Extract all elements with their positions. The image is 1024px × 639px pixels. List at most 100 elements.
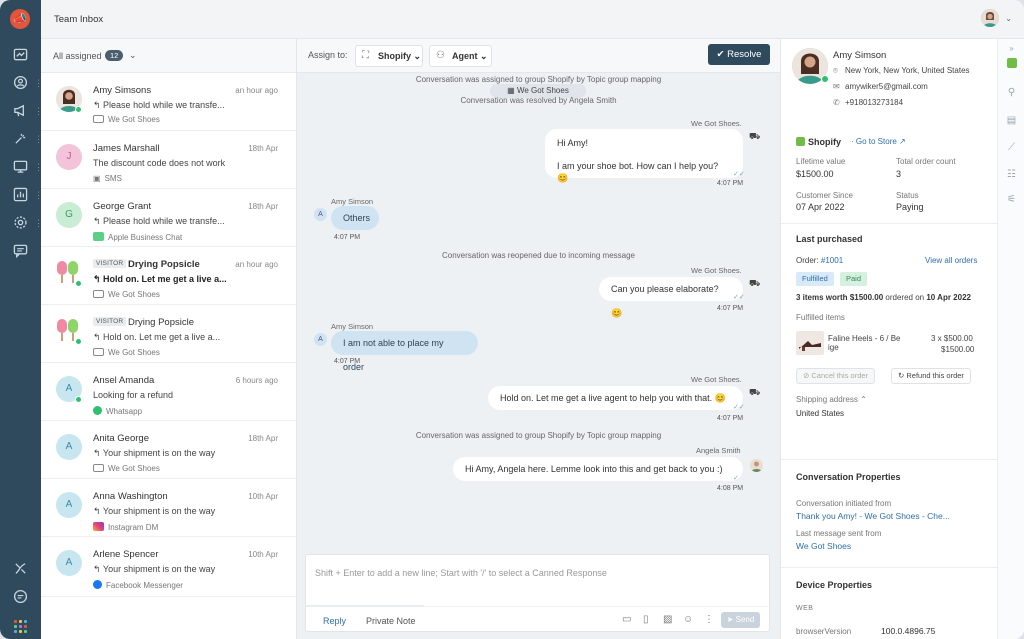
system-event: Conversation was assigned to group Shopi… <box>415 431 662 440</box>
channel-label: We Got Shoes <box>93 464 160 473</box>
group-dropdown[interactable]: ⛶ Shopify ⌄ <box>355 45 423 67</box>
order-label: Order: #1001 <box>796 256 843 265</box>
message-sender: We Got Shoes. <box>691 119 742 128</box>
conversation-item[interactable]: A Arlene Spencer 10th Apr ↰ Your shipmen… <box>41 537 296 597</box>
conversation-time: an hour ago <box>235 260 278 269</box>
feedback-icon[interactable] <box>12 589 29 606</box>
chevron-up-icon[interactable]: ⌃ <box>860 395 867 404</box>
more-dots-icon[interactable]: ⋮ <box>34 163 43 172</box>
brand-logo-icon[interactable]: 📣 <box>10 9 30 29</box>
contact-phone[interactable]: ✆ +918013273184 <box>833 98 903 107</box>
conversation-item[interactable]: A Ansel Amanda 6 hours ago Looking for a… <box>41 363 296 421</box>
channel-label: We Got Shoes <box>93 290 160 299</box>
more-options-icon[interactable]: ⋮ <box>704 614 714 625</box>
automation-icon[interactable] <box>12 131 29 148</box>
last-message-text: Please hold while we transfe... <box>103 100 225 110</box>
emoji-icon[interactable]: ☺ <box>683 614 693 625</box>
composer-placeholder[interactable]: Shift + Enter to add a new line; Start w… <box>315 568 607 578</box>
conversation-item[interactable]: J James Marshall 18th Apr The discount c… <box>41 131 296 189</box>
web-channel-icon <box>93 464 104 472</box>
live-chat-icon[interactable] <box>12 159 29 176</box>
outgoing-message: Hi Amy! I am your shoe bot. How can I he… <box>545 129 743 183</box>
conversation-item[interactable]: VISITOR Drying Popsicle an hour ago ↰ Ho… <box>41 247 296 305</box>
conversation-item[interactable]: VISITOR Drying Popsicle ↰ Hold on. Let m… <box>41 305 296 363</box>
conversation-item[interactable]: Amy Simsons an hour ago ↰ Please hold wh… <box>41 73 296 131</box>
read-receipt-icon: ✓✓ <box>733 171 745 178</box>
filter-label: All assigned <box>53 51 102 61</box>
conversation-item[interactable]: A Anita George 18th Apr ↰ Your shipment … <box>41 421 296 479</box>
contact-name: Anita George <box>93 433 149 444</box>
status-label: Status <box>896 191 919 200</box>
divider <box>781 567 998 568</box>
agent-dropdown[interactable]: ⚇ Agent ⌄ <box>429 45 492 67</box>
conversation-time: 10th Apr <box>248 550 278 559</box>
apps-grid-icon[interactable] <box>14 620 27 633</box>
cancel-order-button[interactable]: ⊘ Cancel this order <box>796 368 876 384</box>
bot-builder-icon[interactable] <box>12 561 29 578</box>
conversation-time: 10th Apr <box>248 492 278 501</box>
sender-avatar: A <box>314 333 327 346</box>
more-dots-icon[interactable]: ⋮ <box>34 79 43 88</box>
more-dots-icon[interactable]: ⋮ <box>34 135 43 144</box>
conversation-item[interactable]: G George Grant 18th Apr ↰ Please hold wh… <box>41 189 296 247</box>
go-to-store-link[interactable]: · Go to Store ↗ <box>851 137 906 146</box>
person-icon[interactable]: ⚲ <box>1005 86 1018 99</box>
last-message-from-link[interactable]: We Got Shoes <box>796 541 851 551</box>
order-id-link[interactable]: #1001 <box>821 256 843 265</box>
more-dots-icon[interactable]: ⋮ <box>34 107 43 116</box>
analytics-icon[interactable]: ⟋ <box>1005 141 1018 154</box>
assignment-filter[interactable]: All assigned 12 ⌄ <box>41 39 296 73</box>
conversation-item[interactable]: A Anna Washington 10th Apr ↰ Your shipme… <box>41 479 296 537</box>
more-dots-icon[interactable]: ⋮ <box>34 219 43 228</box>
view-all-orders-link[interactable]: View all orders <box>925 256 977 265</box>
dashboard-icon[interactable] <box>12 47 29 64</box>
tab-private-note[interactable]: Private Note <box>366 616 416 626</box>
document-icon[interactable]: ▯ <box>643 614 649 625</box>
contact-avatar: A <box>56 492 82 518</box>
last-message-text: Hold on. Let me get a live a... <box>103 274 227 284</box>
read-receipt-icon: ✓✓ <box>733 294 745 301</box>
chevron-down-icon[interactable]: ⌄ <box>129 50 137 61</box>
fulfilled-items-label: Fulfilled items <box>796 313 845 322</box>
image-icon[interactable]: ▨ <box>663 614 672 625</box>
message-composer[interactable]: Shift + Enter to add a new line; Start w… <box>305 554 771 632</box>
product-thumbnail <box>796 331 824 355</box>
bot-icon: ⛟ <box>749 387 761 397</box>
contact-details-panel: Amy Simson ⌾ New York, New York, United S… <box>780 39 998 639</box>
page-title: Team Inbox <box>54 14 104 25</box>
user-avatar[interactable] <box>981 9 999 27</box>
collapse-chevron-icon[interactable]: » <box>1005 42 1018 55</box>
refund-order-button[interactable]: ↻ Refund this order <box>891 368 971 384</box>
contact-email[interactable]: ✉ amywiker5@gmail.com <box>833 82 928 91</box>
contact-name: Amy Simsons <box>93 85 152 96</box>
tab-reply[interactable]: Reply <box>323 616 346 626</box>
outgoing-message: Hi Amy, Angela here. Lemme look into thi… <box>453 457 743 481</box>
channel-name: Facebook Messenger <box>106 581 183 590</box>
web-channel-icon <box>93 290 104 298</box>
contacts-icon[interactable] <box>12 75 29 92</box>
sender-avatar: A <box>314 208 327 221</box>
product-total: $1500.00 <box>941 345 975 354</box>
canned-response-icon[interactable]: ▭ <box>622 614 631 625</box>
read-receipt-icon: ✓✓ <box>733 404 745 411</box>
campaigns-icon[interactable] <box>12 103 29 120</box>
channel-name: We Got Shoes <box>108 348 160 357</box>
inbox-chat-icon[interactable] <box>12 243 29 260</box>
chevron-down-icon[interactable]: ⌄ <box>1005 14 1012 23</box>
filters-icon[interactable]: ⚟ <box>1005 193 1018 206</box>
settings-gear-icon[interactable] <box>12 215 29 232</box>
sms-icon: ▣ <box>93 174 101 183</box>
chat-transcript-icon[interactable]: ▤ <box>1005 114 1018 127</box>
send-button[interactable]: ➤ Send <box>721 612 760 628</box>
initiated-from-link[interactable]: Thank you Amy! - We Got Shoes - Che... <box>796 511 950 521</box>
location-pin-icon: ⌾ <box>833 66 838 75</box>
reports-icon[interactable] <box>12 187 29 204</box>
user-list-icon[interactable]: ☷ <box>1005 168 1018 181</box>
initiated-from-label: Conversation initiated from <box>796 499 892 508</box>
shopify-icon[interactable] <box>1005 58 1018 71</box>
tab-underline <box>306 605 424 607</box>
last-message: ↰ Your shipment is on the way <box>93 564 215 575</box>
web-channel-icon <box>93 115 104 123</box>
resolve-button[interactable]: ✔ Resolve <box>708 44 770 65</box>
more-dots-icon[interactable]: ⋮ <box>34 191 43 200</box>
